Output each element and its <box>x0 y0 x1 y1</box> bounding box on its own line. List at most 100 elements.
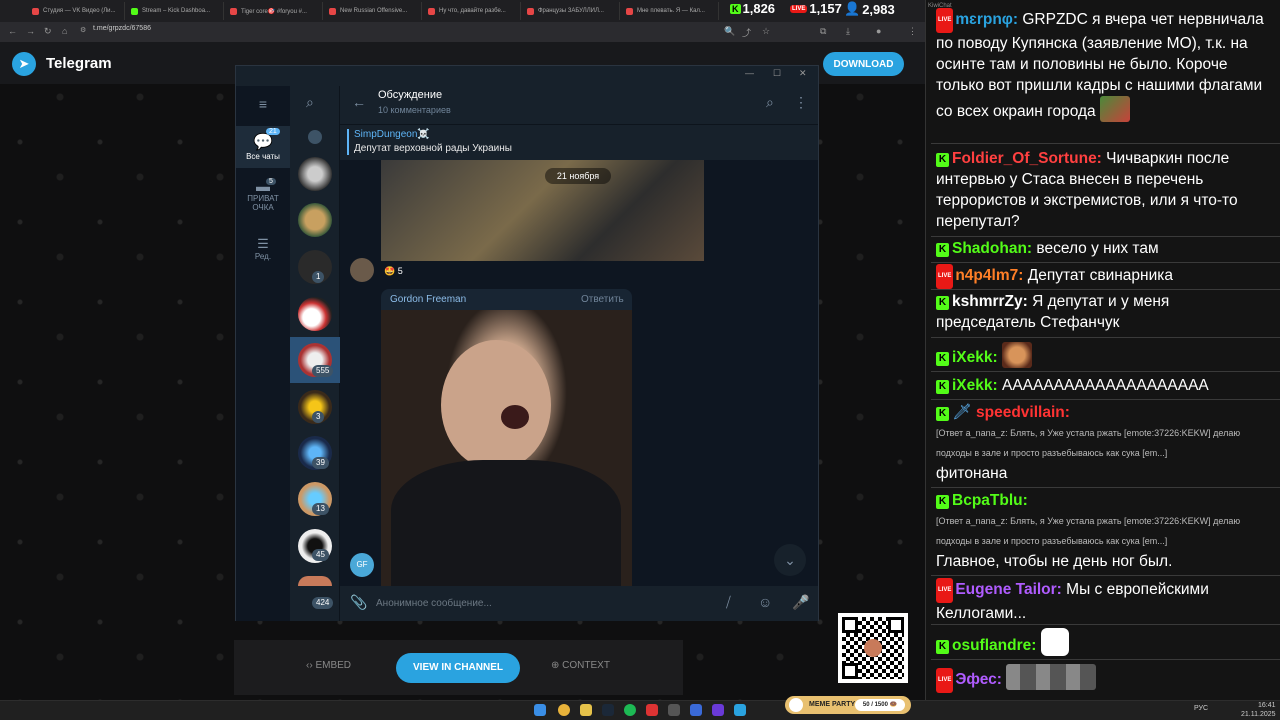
back-icon[interactable]: ← <box>8 26 17 36</box>
meme-progress: 50 / 1500 🍩 <box>855 699 905 711</box>
file-explorer-icon[interactable] <box>580 704 592 716</box>
back-arrow-icon[interactable]: ← <box>352 94 366 110</box>
chat-title: Обсуждение <box>378 89 443 101</box>
zoom-icon[interactable]: 🔍 <box>724 26 735 37</box>
clock[interactable]: 16:41 21.11.2025 <box>1241 701 1276 719</box>
browser-tab[interactable]: Мне плевать. Я — Кал... <box>620 2 719 20</box>
telegram-logo-icon[interactable]: ➤ <box>12 52 36 76</box>
folder-icon: ▬ <box>256 178 270 194</box>
bookmark-icon[interactable]: ☆ <box>762 26 770 37</box>
browser-tab[interactable]: Ну что, давайте разбе... <box>422 2 521 20</box>
message-input[interactable] <box>376 595 676 611</box>
unread-count-badge: 21 <box>266 128 280 135</box>
profile-icon[interactable]: ● <box>876 26 881 36</box>
browser-tab[interactable]: Tiger core🎯 #foryou #... <box>224 2 323 20</box>
home-icon[interactable]: ⌂ <box>62 26 67 36</box>
browser-tab[interactable]: Студия — VK Видео (Ли... <box>26 2 125 20</box>
pinned-title: SimpDungeon☠️ <box>354 129 430 140</box>
chat-message: KiXekk: АААААААААААААААААААА <box>936 375 1272 396</box>
app-icon[interactable] <box>690 704 702 716</box>
download-icon[interactable]: ⤓ <box>846 26 850 37</box>
app-icon[interactable] <box>646 704 658 716</box>
chat-avatar[interactable] <box>298 297 332 331</box>
reload-icon[interactable]: ↻ <box>44 26 52 37</box>
favicon-icon <box>131 7 138 15</box>
windows-start-icon[interactable] <box>534 704 546 716</box>
share-icon[interactable]: ⤴ <box>742 26 751 39</box>
chat-message: K 🗡 speedvillain: [Ответ a_nana_z: Блять,… <box>936 404 1241 482</box>
sender-avatar[interactable] <box>350 258 374 282</box>
extensions-icon[interactable]: ⧉ <box>820 26 826 37</box>
archive-icon[interactable] <box>308 130 322 144</box>
scroll-down-button[interactable]: ⌄ <box>774 544 806 576</box>
folder-all-chats[interactable]: 💬 Все чаты 21 <box>236 126 290 168</box>
browser-tab[interactable]: New Russian Offensive... <box>323 2 422 20</box>
browser-tab-bar: Студия — VK Видео (Ли... Stream – Kick D… <box>0 0 925 22</box>
chrome-icon[interactable] <box>558 704 570 716</box>
emoji-icon[interactable]: ☺ <box>758 594 772 610</box>
chat-message: K Shadohan: весело у них там <box>936 238 1272 259</box>
app-icon[interactable] <box>712 704 724 716</box>
kick-icon: K <box>936 296 949 310</box>
folder-rail: ≡ 💬 Все чаты 21 ▬ ПРИВАТ ОЧКА 5 ☰ Ред. <box>236 86 290 621</box>
sender-avatar[interactable]: GF <box>350 553 374 577</box>
keyboard-language[interactable]: РУС <box>1194 705 1208 712</box>
dancing-animals-emote-icon <box>1006 664 1097 690</box>
search-icon[interactable]: ⌕ <box>766 94 774 111</box>
message-composer: 📎 ⧸ ☺ 🎤 <box>340 586 818 621</box>
steam-icon[interactable] <box>602 704 614 716</box>
more-options-icon[interactable]: ⋮ <box>794 94 808 111</box>
browser-tab[interactable]: Stream – Kick Dashboa... <box>125 2 224 20</box>
url-field[interactable]: t.me/grpzdc/67586 <box>93 25 151 32</box>
message-sender[interactable]: Gordon Freeman <box>390 294 466 305</box>
hamburger-menu-icon[interactable]: ≡ <box>236 96 290 112</box>
folder-edit[interactable]: ☰ Ред. <box>236 236 290 261</box>
pinned-text: Депутат верховной рады Украины <box>354 143 512 154</box>
chats-icon: 💬 <box>253 134 273 151</box>
message-photo[interactable] <box>381 160 704 261</box>
microphone-icon[interactable]: 🎤 <box>792 594 809 611</box>
reaction-badge[interactable]: 🤩 5 <box>384 266 403 277</box>
favicon-icon <box>428 7 435 15</box>
pinned-indicator <box>347 129 349 155</box>
smiley-ghost-emote-icon <box>1040 628 1069 656</box>
live-icon: LIVE <box>936 668 954 693</box>
embed-button[interactable]: ‹› EMBED <box>306 660 351 671</box>
maximize-icon[interactable]: ☐ <box>773 68 781 79</box>
browser-tab[interactable]: Французы ЗАБУЛЛИЛ... <box>521 2 620 20</box>
divider <box>931 575 1280 576</box>
minimize-icon[interactable]: — <box>745 68 754 78</box>
telegram-brand[interactable]: Telegram <box>46 55 112 72</box>
chat-message: LIVE mɛrpnφ: GRPZDC я вчера чет нервничал… <box>936 8 1272 122</box>
telegram-icon[interactable] <box>734 704 746 716</box>
unread-count-badge: 13 <box>312 503 329 515</box>
sword-icon: 🗡 <box>952 404 972 421</box>
site-info-icon[interactable]: ⚙ <box>80 26 86 34</box>
menu-icon[interactable]: ⋮ <box>908 26 917 37</box>
favicon-icon <box>32 7 39 15</box>
search-icon[interactable]: ⌕ <box>306 94 314 111</box>
pinned-message[interactable]: SimpDungeon☠️ Депутат верховной рады Укр… <box>340 124 818 160</box>
live-icon: LIVE <box>790 4 808 13</box>
sliders-icon: ☰ <box>257 236 269 251</box>
view-in-channel-button[interactable]: VIEW IN CHANNEL <box>396 653 520 683</box>
reply-link[interactable]: Ответить <box>581 294 624 305</box>
kick-viewer-counter: K 1,826 <box>730 1 776 16</box>
forward-icon[interactable]: → <box>26 26 35 36</box>
chat-avatar[interactable] <box>298 576 332 586</box>
close-icon[interactable]: ✕ <box>799 68 807 79</box>
total-viewer-counter: 👤 2,983 <box>844 1 895 17</box>
chat-avatar[interactable] <box>298 203 332 237</box>
message-gif[interactable] <box>381 310 632 586</box>
favicon-icon <box>230 7 237 15</box>
commands-icon[interactable]: ⧸ <box>726 594 731 611</box>
context-button[interactable]: ⊕ CONTEXT <box>551 660 610 671</box>
date-separator: 21 ноября <box>545 168 611 184</box>
laughing-face-emote-icon <box>1001 342 1032 368</box>
spotify-icon[interactable] <box>624 704 636 716</box>
attach-icon[interactable]: 📎 <box>350 594 367 611</box>
chat-avatar[interactable] <box>298 157 332 191</box>
folder-private[interactable]: ▬ ПРИВАТ ОЧКА 5 <box>236 178 290 212</box>
download-button[interactable]: DOWNLOAD <box>823 52 904 76</box>
app-icon[interactable] <box>668 704 680 716</box>
